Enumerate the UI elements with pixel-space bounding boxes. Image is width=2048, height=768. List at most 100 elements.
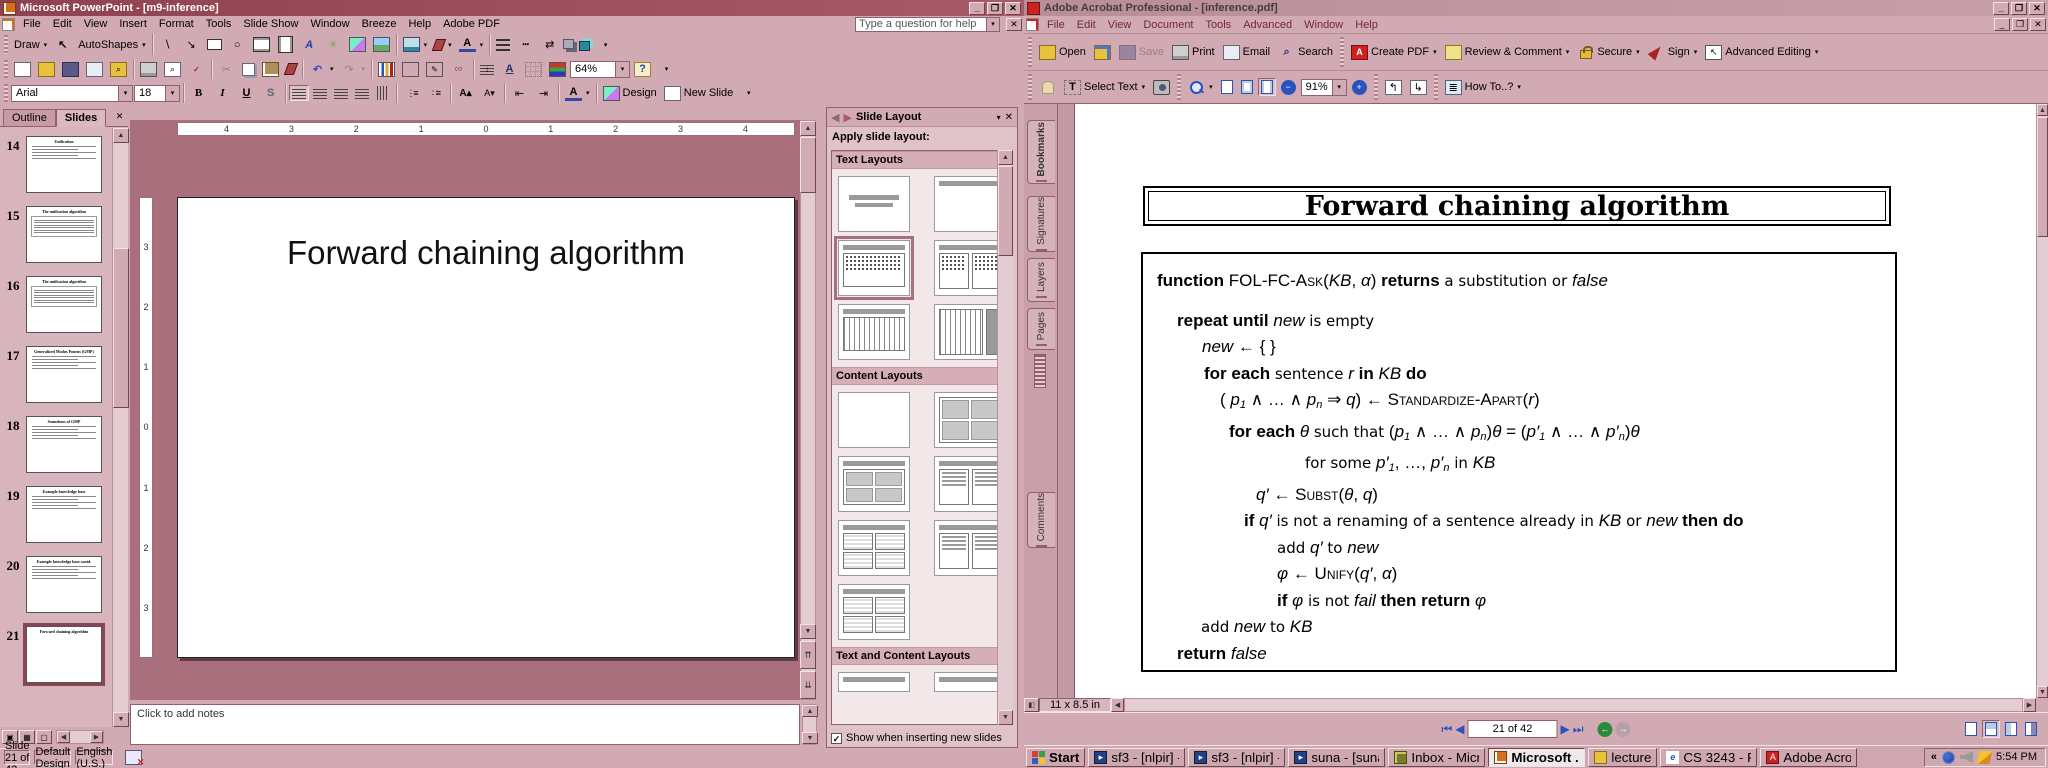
scrollbar-thumb[interactable] [998, 166, 1013, 256]
shadow-style-button[interactable] [562, 39, 577, 51]
notes-pane[interactable]: Click to add notes [130, 704, 800, 745]
print-preview-button[interactable]: ⌕ [161, 60, 184, 79]
menu-insert[interactable]: Insert [113, 16, 153, 32]
tray-chevron-icon[interactable]: « [1931, 751, 1937, 763]
pane-splitter-icon[interactable]: ◧ [1024, 698, 1039, 712]
toolbar-grip[interactable] [4, 84, 8, 102]
menu-breeze[interactable]: Breeze [356, 16, 403, 32]
taskbar-button-lecture[interactable]: lecture [1588, 748, 1657, 767]
toolbar-options-icon[interactable]: ▾ [655, 60, 678, 79]
taskbar-button-sf3-nlpir-f[interactable]: ▸sf3 - [nlpir] - F... [1188, 748, 1285, 767]
format-painter-button[interactable] [283, 61, 299, 77]
tab-outline[interactable]: Outline [3, 109, 56, 126]
previous-page-icon[interactable]: ◀ [1455, 722, 1464, 736]
taskbar-button-microsoft[interactable]: Microsoft ... [1488, 748, 1585, 767]
slide-thumbnail-16[interactable]: The unification algorithm [26, 276, 102, 333]
slide-thumbnail-18[interactable]: Soundness of GMP [26, 416, 102, 473]
document-icon[interactable] [2, 18, 15, 31]
tab-comments[interactable]: Comments [1027, 492, 1055, 548]
hand-tool-button[interactable] [1036, 78, 1059, 97]
font-color-button[interactable]: A▾ [456, 35, 487, 54]
open-button[interactable] [35, 60, 58, 79]
menu-document[interactable]: Document [1137, 17, 1199, 33]
menu-window[interactable]: Window [1298, 17, 1349, 33]
scroll-left-icon[interactable]: ◀ [1111, 698, 1124, 712]
next-view-button[interactable]: ↳ [1407, 78, 1430, 97]
dash-style-button[interactable]: ┅ [514, 35, 537, 54]
menu-edit[interactable]: Edit [47, 16, 78, 32]
close-document-button[interactable]: ✕ [1006, 18, 1022, 31]
underline-button[interactable]: U [235, 84, 258, 103]
first-page-icon[interactable]: ⏮ [1441, 722, 1452, 737]
line-color-button[interactable]: ▾ [431, 37, 455, 53]
slide-thumbnail-15[interactable]: The unification algorithm [26, 206, 102, 263]
scrollbar-thumb[interactable] [800, 137, 816, 193]
email-button[interactable]: Email [1220, 43, 1274, 62]
scroll-left-icon[interactable]: ◀ [57, 731, 70, 743]
help-button[interactable]: ? [631, 60, 654, 79]
zoom-combo[interactable]: 64%▾ [570, 61, 630, 78]
save-button[interactable]: Save [1116, 43, 1167, 62]
color-grayscale-button[interactable] [546, 60, 569, 79]
toolbar-options-icon[interactable]: ▾ [594, 35, 617, 54]
menu-advanced[interactable]: Advanced [1237, 17, 1298, 33]
menu-format[interactable]: Format [153, 16, 200, 32]
create-pdf-button[interactable]: ACreate PDF▾ [1348, 43, 1440, 62]
tables-and-borders-button[interactable]: ✎ [423, 60, 446, 79]
spelling-button[interactable]: ✓ [185, 60, 208, 79]
restore-button[interactable]: ❐ [987, 2, 1003, 15]
facing-view-button[interactable] [2022, 720, 2040, 738]
layout-title-and-content[interactable] [838, 456, 910, 512]
page-number-input[interactable]: 21 of 42 [1468, 720, 1558, 738]
notes-scrollbar[interactable]: ▲ ▼ [802, 704, 817, 745]
zoom-out-button[interactable]: − [1278, 78, 1299, 97]
layout-title-content-and-2-content[interactable] [934, 520, 1006, 576]
volume-tray-icon[interactable] [1960, 751, 1973, 764]
increase-indent-button[interactable]: ⇥ [532, 84, 555, 103]
next-page-icon[interactable]: ▶ [1561, 722, 1570, 736]
bullets-button[interactable]: ∷≡ [424, 84, 447, 103]
slide-vertical-scrollbar[interactable]: ▲ ▼ ⇈ ⇊ [800, 120, 816, 700]
pane-back-icon[interactable]: ◀ [831, 111, 839, 124]
network-tray-icon[interactable] [1942, 751, 1955, 764]
arrow-style-button[interactable]: ⇄ [538, 35, 561, 54]
minimize-document-button[interactable]: _ [1994, 18, 2010, 31]
menu-slide-show[interactable]: Slide Show [237, 16, 304, 32]
layout-title-and-2-content[interactable] [934, 456, 1006, 512]
fill-color-button[interactable]: ▾ [400, 35, 431, 54]
menu-view[interactable]: View [1102, 17, 1138, 33]
distribute-button[interactable] [352, 85, 372, 101]
font-name-combo-dropdown-icon[interactable]: ▾ [118, 86, 132, 101]
continuous-facing-view-button[interactable] [2002, 720, 2020, 738]
italic-button[interactable]: I [211, 84, 234, 103]
expand-all-button[interactable]: ↕ [477, 61, 497, 77]
menu-file[interactable]: File [17, 16, 47, 32]
layout-title-and-2col-text[interactable] [934, 240, 1006, 296]
menu-view[interactable]: View [78, 16, 114, 32]
how-to-button[interactable]: ≣How To..?▾ [1442, 78, 1524, 97]
toolbar-grip[interactable] [1340, 37, 1344, 67]
restore-document-button[interactable]: ❐ [2012, 18, 2028, 31]
bold-button[interactable]: B [187, 84, 210, 103]
actual-size-button[interactable] [1218, 78, 1236, 96]
toolbar-grip[interactable] [4, 35, 8, 54]
new-slide-button[interactable]: New Slide [661, 84, 737, 103]
menu-edit[interactable]: Edit [1071, 17, 1102, 33]
secure-button[interactable]: Secure▾ [1574, 43, 1642, 62]
insert-hyperlink-button[interactable]: ∞ [447, 60, 470, 79]
decrease-indent-button[interactable]: ⇤ [508, 84, 531, 103]
taskbar-button-cs-3243-fo[interactable]: eCS 3243 - Fo... [1660, 748, 1757, 767]
scroll-up-icon[interactable]: ▲ [2037, 104, 2048, 116]
scroll-down-icon[interactable]: ▼ [113, 712, 129, 727]
mail-button[interactable] [83, 60, 106, 79]
pane-close-icon[interactable]: ✕ [113, 110, 126, 123]
layout-vertical-title-and-text[interactable] [934, 304, 1006, 360]
hscroll-track[interactable] [1124, 698, 2023, 712]
pane-close-icon[interactable]: ✕ [1005, 112, 1013, 123]
cut-button[interactable]: ✂ [215, 60, 238, 79]
line-button[interactable]: ∖ [156, 35, 179, 54]
toolbar-grip[interactable] [4, 60, 8, 78]
minimize-button[interactable]: _ [1993, 2, 2009, 15]
rectangle-button[interactable] [204, 37, 225, 52]
pane-menu-dropdown-icon[interactable]: ▾ [997, 113, 1001, 122]
